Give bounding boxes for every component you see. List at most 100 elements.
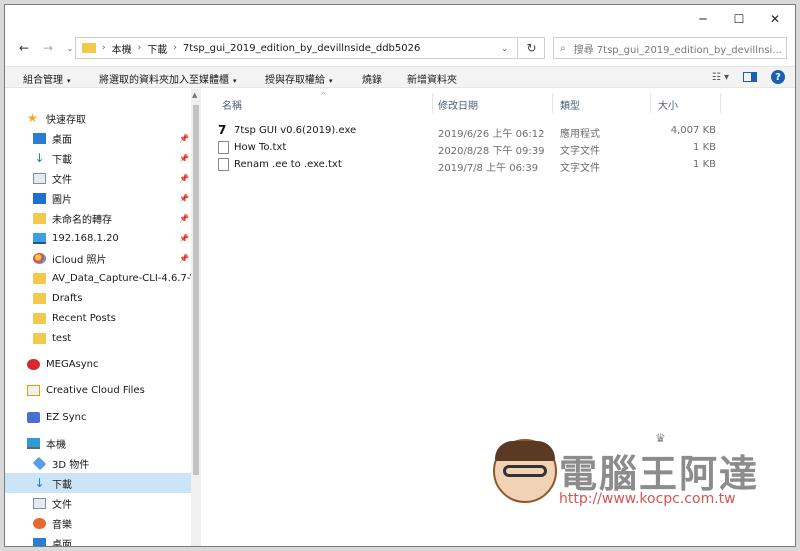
navigation-pane: ★ 快速存取 桌面 📌 ↓ 下載 📌 文件 📌 圖片 📌 未命名的轉存 📌 19… (5, 89, 201, 546)
organize-label: 組合管理 (23, 75, 63, 86)
watermark-url: http://www.kocpc.com.tw (559, 491, 736, 507)
file-name: 7tsp GUI v0.6(2019).exe (234, 125, 357, 136)
sidebar-item-label: 文件 (52, 499, 72, 511)
sidebar-item-label: 3D 物件 (52, 459, 90, 471)
breadcrumb-separator: › (173, 43, 177, 53)
sidebar-item-creative-cloud[interactable]: Creative Cloud Files (27, 380, 145, 400)
column-divider[interactable] (650, 93, 651, 113)
pin-icon[interactable]: 📌 (179, 194, 189, 203)
chevron-down-icon: ▾ (233, 77, 237, 85)
view-options-icon[interactable]: ☷ ▾ (712, 72, 729, 83)
scroll-up-arrow-icon[interactable]: ▲ (192, 91, 197, 99)
column-header-type[interactable]: 類型 (560, 97, 580, 112)
pin-icon[interactable]: 📌 (179, 174, 189, 183)
sidebar-item-recent-posts[interactable]: Recent Posts (33, 308, 116, 328)
sidebar-item-documents[interactable]: 文件 (33, 168, 72, 188)
sidebar-item-pc-downloads[interactable]: ↓ 下載 (5, 473, 191, 493)
sidebar-item-test[interactable]: test (33, 328, 71, 348)
refresh-icon[interactable]: ↻ (517, 37, 545, 59)
pin-icon[interactable]: 📌 (179, 234, 189, 243)
column-divider[interactable] (432, 93, 433, 113)
sidebar-item-label: AV_Data_Capture-CLI-4.6.7-V (52, 272, 191, 284)
breadcrumb-current-folder[interactable]: 7tsp_gui_2019_edition_by_devillnside_ddb… (183, 43, 421, 54)
share-menu-button[interactable]: 授與存取權給 ▾ (265, 71, 333, 86)
file-row[interactable]: 7 7tsp GUI v0.6(2019).exe 2019/6/26 上午 0… (218, 123, 718, 141)
file-row[interactable]: How To.txt 2020/8/28 下午 09:39 文字文件 1 KB (218, 140, 718, 157)
sidebar-item-downloads[interactable]: ↓ 下載 (33, 148, 72, 168)
folder-icon (33, 292, 46, 304)
sidebar-item-label: Drafts (52, 292, 83, 304)
column-header-size[interactable]: 大小 (658, 97, 678, 112)
folder-icon (33, 212, 46, 224)
column-header-name[interactable]: 名稱 (222, 97, 242, 112)
back-arrow-icon[interactable]: ← (15, 39, 33, 57)
command-bar: 組合管理 ▾ 將選取的資料夾加入至媒體櫃 ▾ 授與存取權給 ▾ 燒錄 新增資料夾 ☷ … (5, 66, 795, 88)
burn-button[interactable]: 燒錄 (362, 71, 382, 86)
close-button[interactable]: ✕ (757, 5, 793, 33)
minimize-button[interactable]: ─ (685, 5, 721, 33)
add-to-library-label: 將選取的資料夾加入至媒體櫃 (99, 75, 229, 86)
sidebar-item-icloud-photos[interactable]: iCloud 照片 (33, 248, 107, 268)
file-size: 1 KB (693, 159, 716, 170)
organize-menu-button[interactable]: 組合管理 ▾ (23, 71, 71, 86)
pin-icon[interactable]: 📌 (179, 154, 189, 163)
column-divider[interactable] (552, 93, 553, 113)
file-row[interactable]: Renam .ee to .exe.txt 2019/7/8 上午 06:39 … (218, 157, 718, 174)
breadcrumb-this-pc[interactable]: 本機 (112, 41, 132, 56)
add-to-library-button[interactable]: 將選取的資料夾加入至媒體櫃 ▾ (99, 71, 237, 86)
sidebar-item-drafts[interactable]: Drafts (33, 288, 82, 308)
sidebar-item-av-data-capture[interactable]: AV_Data_Capture-CLI-4.6.7-V (33, 268, 191, 288)
sidebar-item-network-drive[interactable]: 192.168.1.20 (33, 228, 119, 248)
new-folder-button[interactable]: 新增資料夾 (407, 71, 457, 86)
folder-icon (82, 43, 96, 53)
sidebar-item-label: 本機 (46, 439, 66, 451)
address-bar[interactable]: › 本機 › 下載 › 7tsp_gui_2019_edition_by_dev… (75, 37, 545, 59)
breadcrumb-downloads[interactable]: 下載 (147, 41, 167, 56)
sidebar-item-label: test (52, 332, 72, 344)
pin-icon[interactable]: 📌 (179, 214, 189, 223)
sidebar-item-label: 192.168.1.20 (52, 232, 119, 244)
ez-sync-icon (27, 411, 40, 423)
sort-ascending-icon: ^ (320, 91, 327, 100)
preview-pane-icon[interactable] (743, 72, 757, 82)
sidebar-item-pc-documents[interactable]: 文件 (33, 493, 72, 513)
icloud-photos-icon (33, 252, 46, 264)
pin-icon[interactable]: 📌 (179, 254, 189, 263)
sidebar-item-label: 未命名的轉存 (52, 214, 112, 226)
file-size: 4,007 KB (670, 125, 716, 136)
mascot-glasses (503, 465, 547, 477)
help-icon[interactable]: ? (771, 70, 785, 84)
address-row: ← → ⌄ › 本機 › 下載 › 7tsp_gui_2019_edition_… (5, 35, 795, 61)
forward-arrow-icon[interactable]: → (39, 39, 57, 57)
documents-icon (33, 497, 46, 509)
search-input[interactable]: ⌕ 搜尋 7tsp_gui_2019_edition_by_devillnsi.… (553, 37, 787, 59)
scrollbar-thumb[interactable] (193, 105, 199, 475)
sidebar-item-quick-access[interactable]: ★ 快速存取 (27, 108, 86, 128)
sidebar-item-unnamed-dump[interactable]: 未命名的轉存 (33, 208, 112, 228)
sidebar-item-megasync[interactable]: MEGAsync (27, 354, 99, 374)
sidebar-item-pc-desktop[interactable]: 桌面 (33, 533, 72, 546)
sidebar-item-music[interactable]: 音樂 (33, 513, 72, 533)
text-file-icon (218, 141, 229, 154)
sidebar-item-pictures[interactable]: 圖片 (33, 188, 72, 208)
sidebar-scrollbar[interactable]: ▲ (191, 89, 201, 546)
music-icon (33, 517, 46, 529)
column-divider[interactable] (720, 93, 721, 113)
megasync-icon (27, 358, 40, 370)
address-dropdown-chevron-icon[interactable]: ⌄ (501, 44, 508, 53)
sidebar-item-ez-sync[interactable]: EZ Sync (27, 407, 86, 427)
breadcrumb-separator: › (137, 43, 142, 53)
sidebar-item-this-pc[interactable]: 本機 (27, 433, 66, 453)
sidebar-item-label: Creative Cloud Files (46, 384, 145, 396)
sidebar-item-desktop[interactable]: 桌面 (33, 128, 72, 148)
desktop-icon (33, 132, 46, 144)
download-icon: ↓ (34, 151, 45, 165)
folder-icon (33, 332, 46, 344)
folder-icon (33, 312, 46, 324)
column-header-modified[interactable]: 修改日期 (438, 97, 478, 112)
pin-icon[interactable]: 📌 (179, 134, 189, 143)
maximize-button[interactable]: ☐ (721, 5, 757, 33)
watermark-title: 電腦王阿達 (559, 452, 760, 496)
title-bar: ─ ☐ ✕ (5, 5, 795, 33)
sidebar-item-3d-objects[interactable]: 3D 物件 (32, 453, 90, 473)
